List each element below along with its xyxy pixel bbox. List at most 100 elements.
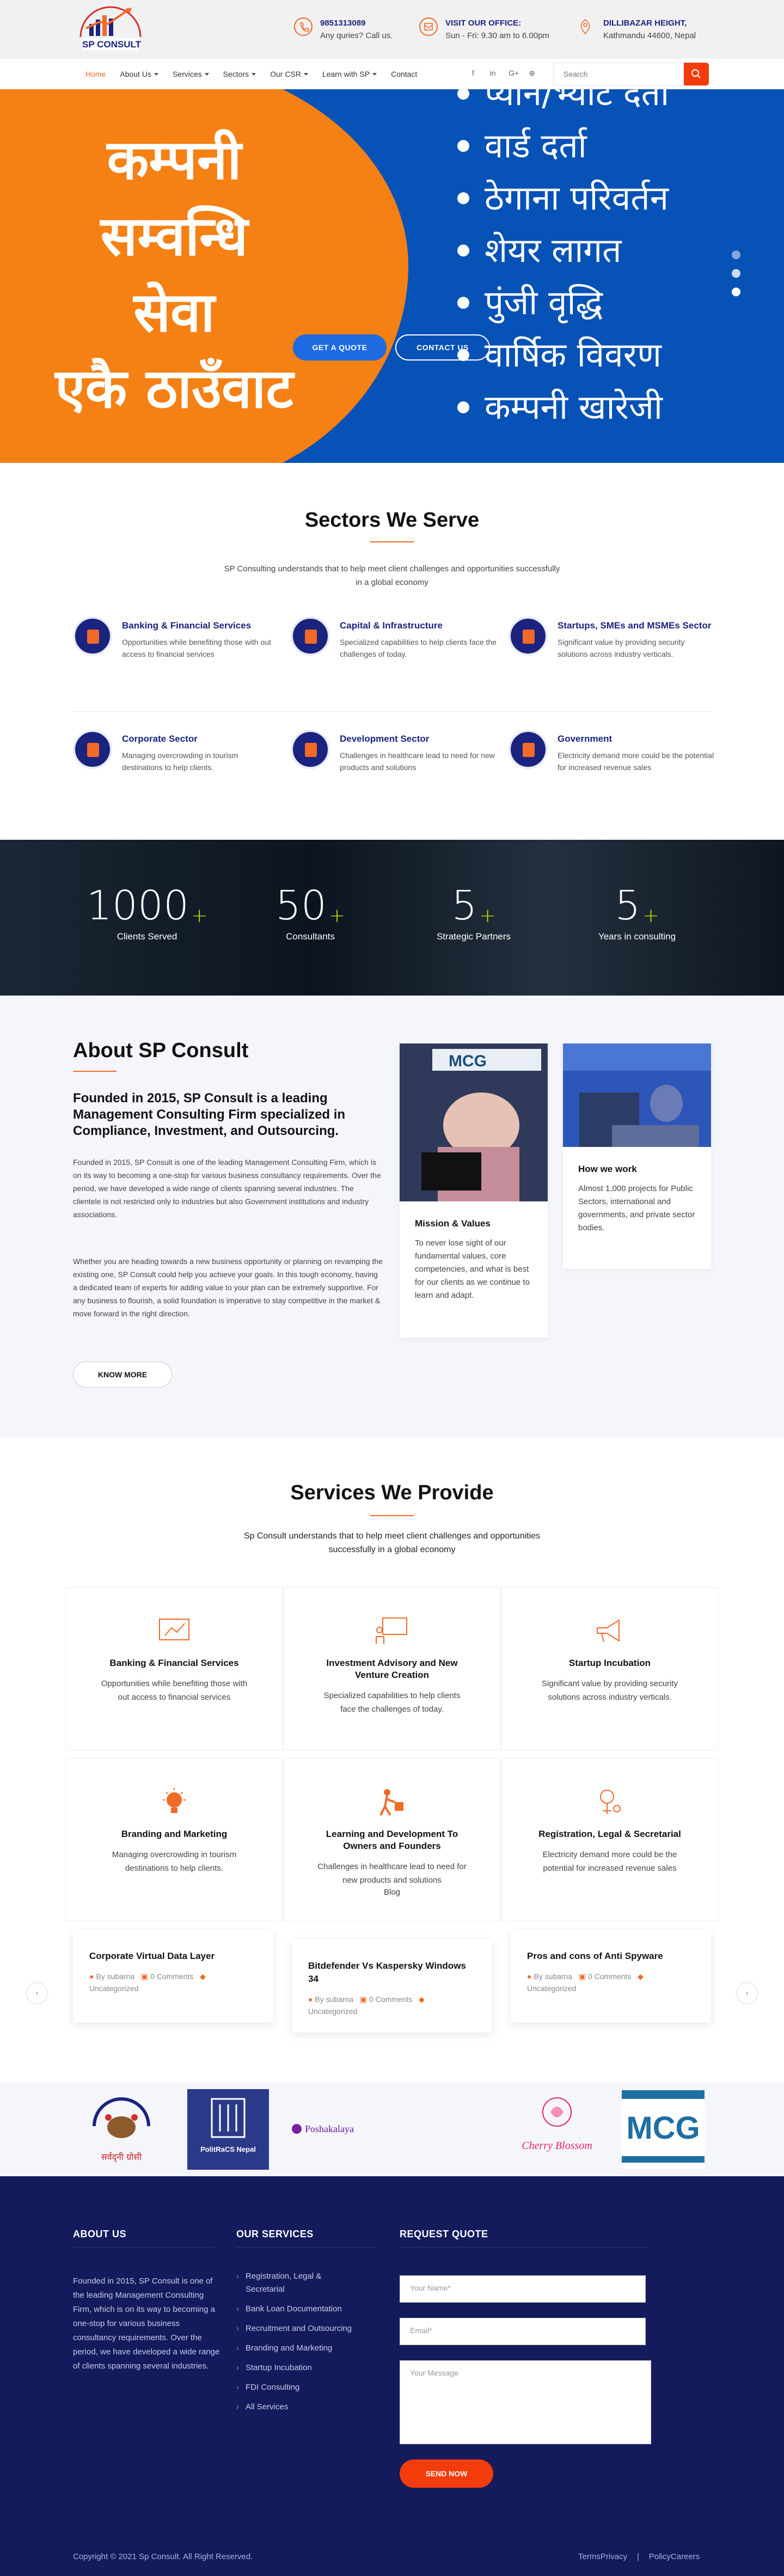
nav-about[interactable]: About Us <box>113 59 166 89</box>
sectors-subtitle: SP Consulting understands that to help m… <box>224 564 560 587</box>
partner-logo[interactable]: Cherry Blossom <box>516 2093 598 2165</box>
footer-link[interactable]: Branding and Marketing <box>236 2342 362 2355</box>
nav-csr[interactable]: Our CSR <box>263 59 315 89</box>
slider-dot[interactable] <box>732 269 740 278</box>
nav-contact[interactable]: Contact <box>384 59 424 89</box>
get-quote-button[interactable]: GET A QUOTE <box>293 334 387 361</box>
hero-line: एकै ठाउँवाट <box>55 357 293 420</box>
post-title[interactable]: Pros and cons of Anti Spyware <box>527 1950 695 1963</box>
nav-sectors[interactable]: Sectors <box>216 59 263 89</box>
phone-info[interactable]: 9851313089 Any quries? Call us. <box>294 17 393 42</box>
post-title[interactable]: Bitdefender Vs Kaspersky Windows 34 <box>308 1960 476 1986</box>
sector-item[interactable]: Corporate Sector Managing overcrowding in… <box>73 730 280 773</box>
service-card[interactable]: Investment Advisory and New Venture Crea… <box>283 1587 501 1750</box>
linkedin-icon[interactable]: in <box>489 69 497 78</box>
about-title: About SP Consult <box>73 1039 249 1062</box>
hero-list-item: शेयर लागत <box>457 224 669 277</box>
megaphone-icon <box>591 1615 629 1647</box>
footer-link[interactable]: All Services <box>236 2401 362 2414</box>
chevron-down-icon <box>154 72 158 76</box>
svg-text:MCG: MCG <box>449 1052 487 1070</box>
hero-list-item: पुंजी वृद्धि <box>457 277 669 329</box>
map-pin-icon <box>577 17 596 36</box>
hero-list-item: ठेगाना परिवर्तन <box>457 172 669 224</box>
stat-item: 1000 + Clients Served <box>86 882 208 942</box>
pinterest-icon[interactable]: ⊕ <box>528 69 536 78</box>
sector-item[interactable]: Government Electricity demand more could … <box>509 730 715 773</box>
blog-post-card[interactable]: Corporate Virtual Data Layer ● By subarn… <box>73 1930 273 2023</box>
blog-post-card[interactable]: Bitdefender Vs Kaspersky Windows 34 ● By… <box>292 1940 492 2032</box>
partner-logo[interactable]: सर्वद्नी ग्रोसी <box>81 2093 162 2170</box>
post-title[interactable]: Corporate Virtual Data Layer <box>89 1950 257 1963</box>
search-input[interactable] <box>554 63 684 85</box>
footer-link[interactable]: FDI Consulting <box>236 2381 362 2394</box>
sector-title: Capital & Infrastructure <box>340 620 443 631</box>
facebook-icon[interactable]: f <box>469 69 477 78</box>
nav-services[interactable]: Services <box>166 59 216 89</box>
prev-arrow-button[interactable]: ‹ <box>26 1982 48 2004</box>
service-desc: Managing overcrowding in tourism destina… <box>112 1850 237 1873</box>
sector-desc: Electricity demand more could be the pot… <box>558 751 714 772</box>
service-card[interactable]: Banking & Financial Services Opportuniti… <box>65 1587 283 1750</box>
footer-link[interactable]: Bank Loan Documentation <box>236 2303 362 2316</box>
blog-label: Blog <box>383 1888 401 1897</box>
footer-link[interactable]: Recruitment and Outsourcing <box>236 2322 362 2335</box>
sector-item[interactable]: Development Sector Challenges in healthca… <box>291 730 498 773</box>
slider-dot[interactable] <box>732 251 740 259</box>
sector-desc: Managing overcrowding in tourism destina… <box>122 751 238 772</box>
partners-strip: सर्वद्नी ग्रोसी PolitRaCS Nepal Poshakal… <box>0 2083 784 2176</box>
service-card[interactable]: Learning and Development To Owners and F… <box>283 1758 501 1921</box>
terms-link[interactable]: TermsPrivacy <box>578 2552 627 2561</box>
service-title: Banking & Financial Services <box>109 1658 239 1668</box>
contact-us-button[interactable]: CONTACT US <box>395 334 490 361</box>
footer-link[interactable]: Startup Incubation <box>236 2361 362 2374</box>
nav-menu: Home About Us Services Sectors Our CSR L… <box>78 59 424 89</box>
chevron-down-icon <box>303 72 308 76</box>
service-card[interactable]: Registration, Legal & Secretarial Electr… <box>501 1758 719 1921</box>
sector-item[interactable]: Startups, SMEs and MSMEs Sector Significa… <box>509 616 715 660</box>
address-title: DILLIBAZAR HEIGHT, <box>603 19 687 28</box>
title-underline <box>73 1071 117 1072</box>
search-button[interactable] <box>684 63 709 86</box>
corporate-icon <box>73 730 112 769</box>
partner-logo[interactable]: MCG <box>622 2090 705 2169</box>
meeting-image <box>563 1043 711 1147</box>
separator: | <box>637 2552 639 2561</box>
card-desc: Almost 1,000 projects for Public Sectors… <box>578 1184 695 1232</box>
copyright: Copyright © 2021 Sp Consult. All Right R… <box>73 2552 253 2561</box>
presentation-icon <box>373 1615 411 1647</box>
footer-link[interactable]: Registration, Legal & Secretarial <box>236 2270 362 2296</box>
bank-icon <box>73 616 112 656</box>
nav-home[interactable]: Home <box>78 59 113 89</box>
clock-icon <box>419 17 438 36</box>
service-desc: Electricity demand more could be the pot… <box>542 1850 677 1873</box>
partner-logo[interactable]: PolitRaCS Nepal <box>187 2089 269 2170</box>
footer-about-text: Founded in 2015, SP Consult is one of th… <box>73 2276 220 2371</box>
startup-icon <box>509 616 548 656</box>
sector-item[interactable]: Banking & Financial Services Opportunitie… <box>73 616 280 660</box>
service-desc: Significant value by providing security … <box>541 1679 678 1702</box>
blog-post-card[interactable]: Pros and cons of Anti Spyware ● By subar… <box>511 1930 711 2023</box>
nav-learn[interactable]: Learn with SP <box>315 59 384 89</box>
slider-dot-active[interactable] <box>732 288 740 296</box>
know-more-button[interactable]: KNOW MORE <box>73 1362 172 1388</box>
name-field[interactable]: Your Name* <box>400 2275 646 2303</box>
mission-image: MCG <box>400 1043 548 1201</box>
service-card[interactable]: Branding and Marketing Managing overcrow… <box>65 1758 283 1921</box>
next-arrow-button[interactable]: › <box>736 1982 758 2004</box>
message-field[interactable]: Your Message <box>400 2360 651 2444</box>
google-plus-icon[interactable]: G+ <box>509 69 519 78</box>
service-card[interactable]: Startup Incubation Significant value by … <box>501 1587 719 1750</box>
stat-item: 50 + Consultants <box>275 882 346 942</box>
partner-logo[interactable]: Poshakalaya <box>292 2115 390 2142</box>
send-now-button[interactable]: SEND NOW <box>400 2459 493 2488</box>
divider <box>73 2247 215 2248</box>
legal-icon <box>591 1786 629 1818</box>
post-meta: ● By subarna ▣ 0 Comments ◆ Uncategorized <box>89 1972 206 1993</box>
policy-link[interactable]: PolicyCareers <box>649 2552 700 2561</box>
footer-legal-links: TermsPrivacy | PolicyCareers <box>578 2552 700 2561</box>
sector-item[interactable]: Capital & Infrastructure Specialized capa… <box>291 616 498 660</box>
sector-title: Corporate Sector <box>122 734 198 744</box>
worker-icon <box>373 1786 411 1818</box>
email-field[interactable]: Email* <box>400 2318 646 2345</box>
